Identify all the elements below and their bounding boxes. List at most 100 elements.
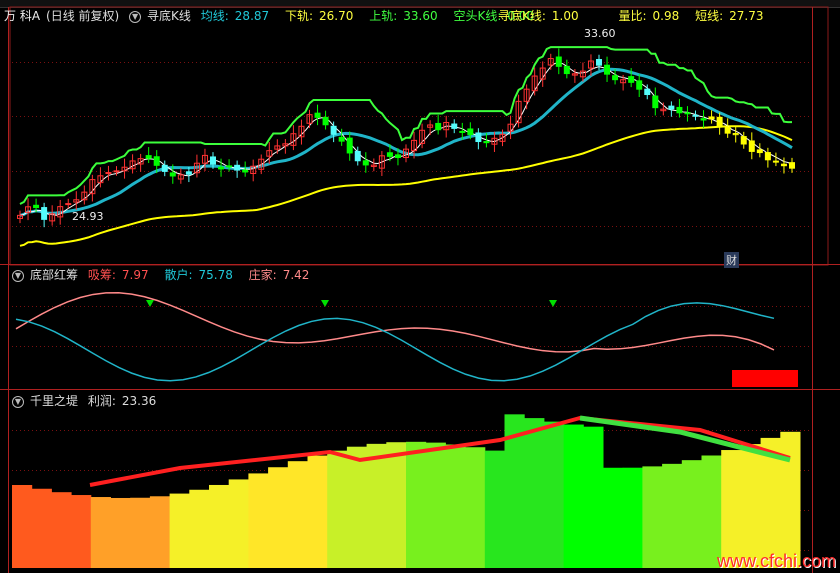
candle-body — [218, 166, 225, 170]
dropdown-icon[interactable]: ▼ — [129, 10, 142, 23]
profit-area-step — [366, 443, 387, 568]
profit-area-step — [51, 492, 72, 568]
profit-area-step — [110, 497, 131, 568]
candle-body — [708, 116, 715, 120]
indicator3-name[interactable]: 千里之堤 — [30, 394, 78, 408]
retail-label: 散户: — [164, 268, 193, 282]
candle-body — [684, 112, 691, 115]
profit-area-step — [681, 460, 702, 568]
profit-area-step — [346, 446, 368, 568]
profit-area-step — [228, 479, 249, 568]
candle-body — [226, 165, 233, 168]
profit-area-step — [406, 441, 427, 568]
profit-value: 23.36 — [121, 394, 157, 408]
chart-screen: 万 科A (日线 前复权) ▼ 寻底K线 均线: 28.87 下轨: 26.70 上轨:… — [0, 0, 840, 573]
candle-body — [435, 122, 442, 131]
absorb-value: 7.97 — [121, 268, 149, 282]
profit-area-step — [268, 467, 289, 568]
profit-area-step — [149, 496, 171, 568]
profit-area-step — [484, 450, 505, 568]
candle-body — [451, 123, 458, 129]
candle-body — [33, 204, 40, 209]
candle-body — [563, 65, 570, 75]
finance-badge[interactable]: 财 — [724, 252, 739, 268]
signal-marker — [146, 300, 154, 307]
profit-area-step — [642, 466, 663, 568]
profit-area-step — [465, 447, 486, 568]
chart-canvas[interactable] — [0, 0, 840, 573]
candle-body — [756, 149, 763, 154]
candle-body — [145, 155, 152, 159]
profit-area-step — [740, 444, 762, 568]
candle-body — [676, 106, 683, 114]
profit-area-step — [563, 424, 584, 568]
candle-body — [330, 125, 337, 135]
profit-area-step — [71, 495, 92, 568]
max-price-label: 33.60 — [584, 27, 616, 40]
main-panel-header: 万 科A (日线 前复权) ▼ 寻底K线 均线: 28.87 下轨: 26.70 上轨:… — [4, 8, 546, 24]
candle-body — [596, 58, 602, 66]
profit-area-step — [130, 497, 151, 568]
candle-body — [105, 172, 112, 175]
min-price-label: 24.93 — [72, 210, 104, 223]
indicator2-name[interactable]: 底部红筹 — [30, 268, 78, 282]
candle-body — [652, 95, 659, 109]
candle-body — [764, 152, 771, 161]
lower-rail-line — [19, 125, 793, 247]
candle-body — [475, 132, 482, 143]
profit-area-step — [248, 473, 269, 568]
candle-body — [338, 136, 345, 142]
profit-panel-header: ▼ 千里之堤 利润: 23.36 — [12, 393, 168, 409]
dealer-value: 7.42 — [282, 268, 310, 282]
lower-value: 26.70 — [319, 9, 354, 23]
candle-body — [692, 114, 699, 117]
candle-body — [314, 112, 321, 118]
watermark: www.cfchi.com — [716, 551, 836, 571]
upper-value: 33.60 — [403, 9, 438, 23]
profit-area-step — [662, 463, 683, 568]
candle-body — [628, 76, 635, 83]
candle-body — [65, 203, 72, 206]
indicator-name[interactable]: 寻底K线 — [147, 9, 191, 23]
absorb-bar — [732, 370, 798, 387]
dropdown-icon[interactable]: ▼ — [12, 395, 24, 408]
candle-body — [700, 118, 707, 121]
retail-line — [15, 302, 775, 382]
dropdown-icon[interactable]: ▼ — [12, 269, 24, 282]
candle-body — [636, 80, 643, 90]
candle-body — [459, 130, 466, 133]
candle-body — [724, 126, 731, 134]
adjust-mode[interactable]: (日线 前复权) — [46, 9, 119, 23]
profit-area-step — [189, 489, 210, 568]
candle-body — [668, 105, 675, 110]
candle-body — [169, 172, 176, 177]
candle-body — [716, 116, 723, 128]
short-line — [19, 62, 793, 216]
short-label: 短线: — [695, 9, 724, 23]
stock-name[interactable]: 万 科A — [4, 9, 40, 23]
candle-body — [242, 169, 249, 173]
candle-body — [483, 141, 490, 144]
upper-rail-line — [19, 46, 792, 205]
profit-area-step — [90, 497, 111, 568]
candle-body — [740, 136, 747, 145]
profit-area-step — [327, 450, 348, 568]
candle-body — [612, 75, 619, 81]
candle-body — [113, 170, 120, 173]
candle-body — [772, 160, 779, 163]
ratio-label: 量比: — [618, 9, 647, 23]
profit-label: 利润: — [87, 394, 116, 408]
ratio-value: 0.98 — [652, 9, 680, 23]
seek-label: 寻底K线: — [498, 9, 546, 23]
short-value: 27.73 — [729, 9, 764, 23]
candle-body — [644, 88, 651, 96]
profit-area-step — [12, 485, 33, 568]
candle-body — [748, 140, 755, 152]
avg-value: 28.87 — [234, 9, 270, 23]
retail-value: 75.78 — [198, 268, 233, 282]
dealer-line — [15, 292, 775, 353]
profit-area-step — [603, 467, 624, 568]
profit-area-step — [583, 426, 604, 568]
dealer-label: 庄家: — [248, 268, 277, 282]
profit-area-step — [209, 484, 230, 568]
